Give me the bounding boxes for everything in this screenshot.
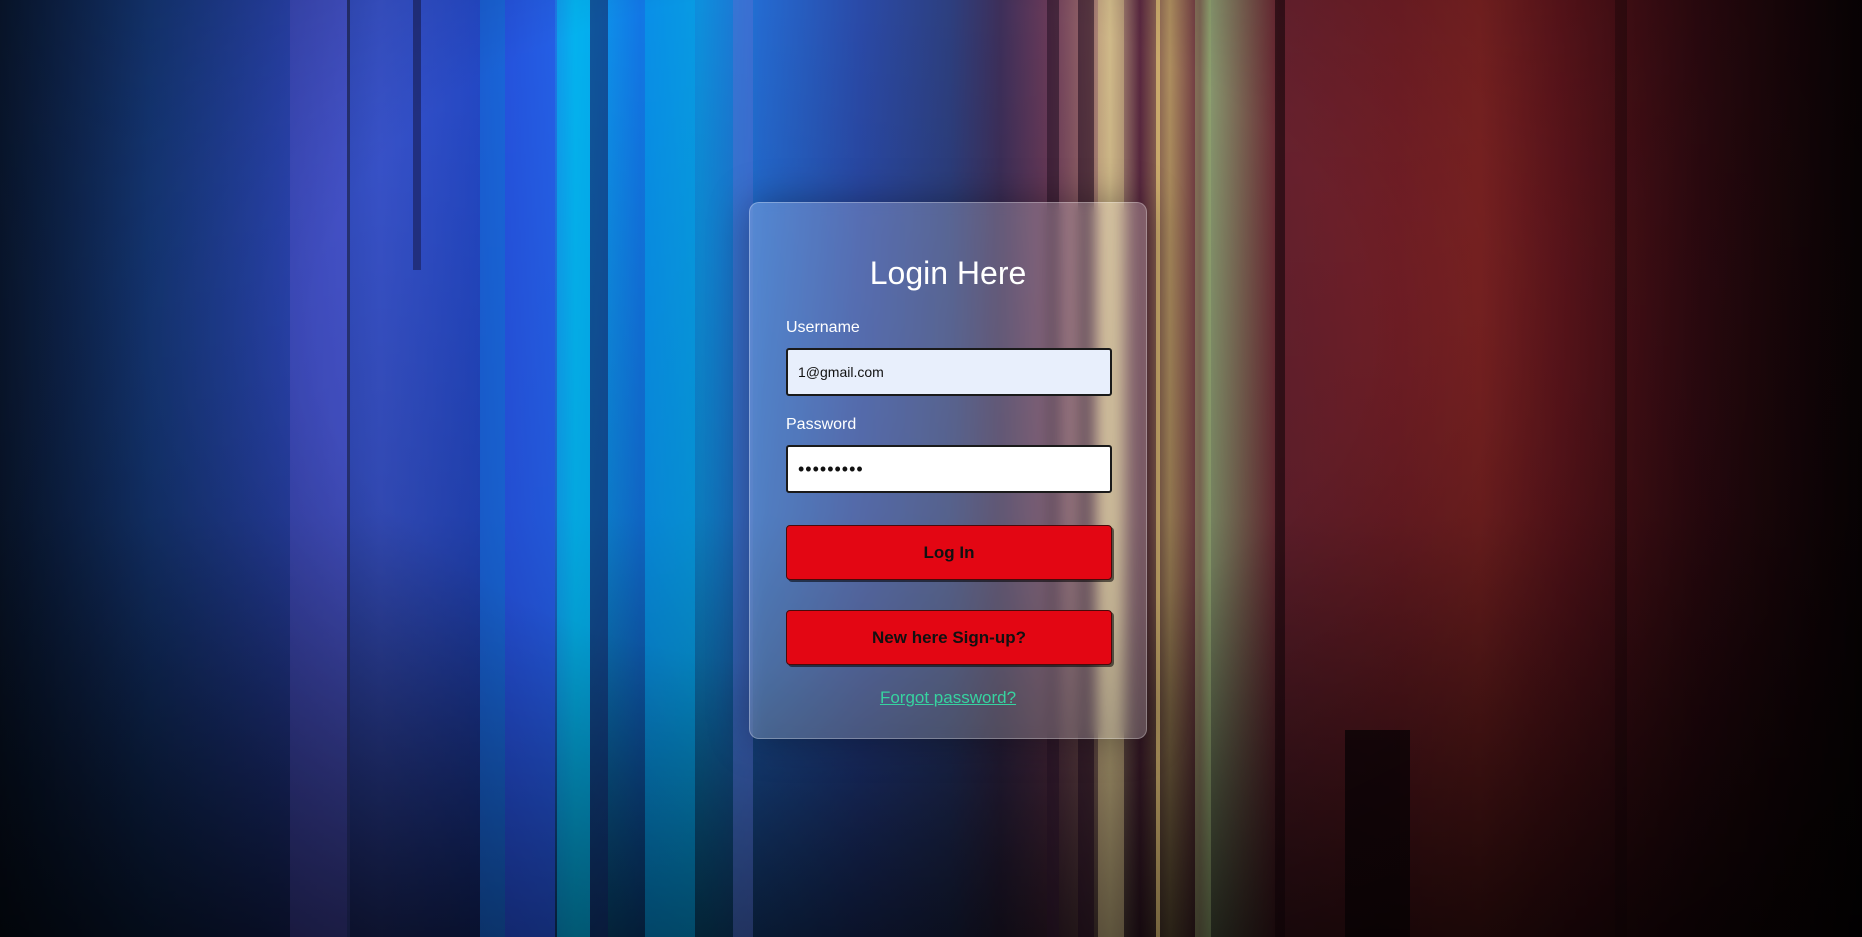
login-button[interactable]: Log In (786, 525, 1112, 580)
password-input[interactable] (786, 445, 1112, 493)
username-input[interactable] (786, 348, 1112, 396)
forgot-password-container: Forgot password? (750, 688, 1146, 708)
login-card: Login Here Username Password Log In New … (749, 202, 1147, 739)
signup-button[interactable]: New here Sign-up? (786, 610, 1112, 665)
username-label: Username (786, 319, 860, 336)
password-label: Password (786, 416, 857, 433)
login-title: Login Here (869, 255, 1027, 291)
forgot-password-link[interactable]: Forgot password? (880, 688, 1016, 707)
